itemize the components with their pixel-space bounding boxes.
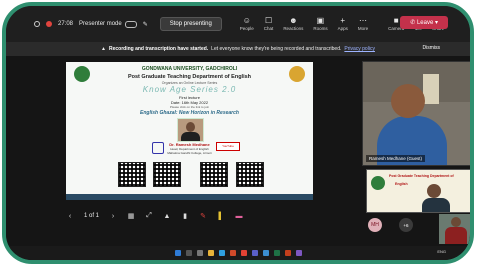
chat-button[interactable]: ☐ Chat <box>263 16 274 32</box>
highlighter-icon[interactable]: ▌ <box>217 212 225 220</box>
meeting-stage: GONDWANA UNIVERSITY, GADCHIROLI Post Gra… <box>6 56 470 260</box>
slide-footer-bar <box>66 194 313 200</box>
slide-time: Please click on the link to join <box>169 105 210 109</box>
meeting-toolbar: 27:08 Presenter mode ✎ Stop presenting ☺… <box>6 6 470 42</box>
grid-view-icon[interactable]: ▦ <box>127 212 135 220</box>
apps-label: Apps <box>337 26 348 31</box>
app-icon[interactable] <box>295 250 302 256</box>
banner-title: Recording and transcription have started… <box>108 46 209 52</box>
status-circle-icon <box>34 21 40 27</box>
rooms-button[interactable]: ▣ Rooms <box>313 16 328 32</box>
red-pen-icon[interactable]: ✎ <box>199 212 207 220</box>
avatar[interactable]: MH <box>368 218 382 232</box>
next-slide-icon[interactable]: › <box>109 212 117 220</box>
recording-banner: ▲ Recording and transcription have start… <box>6 42 470 56</box>
camera-icon: ■ <box>393 16 399 25</box>
self-view-video[interactable] <box>439 214 470 244</box>
meeting-timer: 27:08 <box>58 21 74 27</box>
shared-title-line2: English <box>395 182 408 186</box>
rooms-icon: ▣ <box>316 16 325 25</box>
people-label: People <box>239 26 254 31</box>
edge-icon[interactable] <box>218 250 225 256</box>
shared-slide: GONDWANA UNIVERSITY, GADCHIROLI Post Gra… <box>66 62 313 200</box>
tray-language[interactable]: ENG <box>437 249 446 254</box>
apps-button[interactable]: + Apps <box>337 16 348 32</box>
more-label: More <box>357 26 369 31</box>
privacy-policy-link[interactable]: Privacy policy <box>344 46 375 52</box>
info-icon: ▲ <box>101 46 106 52</box>
stop-presenting-button[interactable]: Stop presenting <box>159 17 222 31</box>
qr-code <box>153 162 181 187</box>
chat-icon: ☐ <box>264 16 273 25</box>
phone-icon: ✆ <box>410 20 417 26</box>
pen-tool-icon[interactable]: ▮ <box>181 212 189 220</box>
presenter-mode-label: Presenter mode <box>79 21 122 27</box>
participant-name-tag: Ramesh Medhane (Guest) <box>366 155 426 162</box>
chrome-icon[interactable] <box>240 250 247 256</box>
dismiss-button[interactable]: Dismiss <box>423 45 441 51</box>
rooms-label: Rooms <box>313 26 328 31</box>
file-explorer-icon[interactable] <box>207 250 214 256</box>
pointer-icon[interactable]: ▲ <box>163 212 171 220</box>
leave-label: Leave <box>416 20 434 26</box>
reactions-label: Reactions <box>283 26 304 31</box>
powerpoint-icon[interactable] <box>284 250 291 256</box>
slide-page-counter: 1 of 1 <box>84 213 100 219</box>
banner-text: Let everyone know they're being recorded… <box>211 46 342 52</box>
search-icon[interactable] <box>185 250 192 256</box>
pen-icon[interactable]: ✎ <box>143 21 148 28</box>
apps-icon: + <box>340 16 346 25</box>
presenter-mode-toggle[interactable] <box>124 20 137 28</box>
people-icon: ☺ <box>242 16 251 25</box>
slide-series-title: Know Age Series 2.0 <box>142 85 237 94</box>
reactions-button[interactable]: ☻ Reactions <box>283 16 304 32</box>
university-logo <box>371 176 385 190</box>
teams-window-frame: 27:08 Presenter mode ✎ Stop presenting ☺… <box>2 2 474 264</box>
participant-video-shared[interactable]: Post Graduate Teaching Department of Eng… <box>366 169 470 213</box>
leave-button[interactable]: ✆ Leave ▾ <box>400 16 448 29</box>
speaker-college: Mahatma Gandhi College, Armori <box>167 151 212 155</box>
recording-dot-icon <box>46 21 52 27</box>
task-view-icon[interactable] <box>196 250 203 256</box>
reactions-icon: ☻ <box>289 16 298 25</box>
people-button[interactable]: ☺ People <box>239 16 254 32</box>
slide-department: Post Graduate Teaching Department of Eng… <box>127 74 252 80</box>
start-icon[interactable] <box>174 250 181 256</box>
office-icon[interactable] <box>229 250 236 256</box>
fit-icon[interactable]: ⤢ <box>145 212 153 220</box>
teams-icon[interactable] <box>251 250 258 256</box>
qr-code <box>200 162 228 187</box>
slide-university: GONDWANA UNIVERSITY, GADCHIROLI <box>141 66 238 72</box>
windows-taskbar: ENG <box>6 246 470 260</box>
previous-slide-icon[interactable]: ‹ <box>66 212 74 220</box>
more-button[interactable]: ⋯ More <box>357 16 369 32</box>
more-icon: ⋯ <box>358 16 367 25</box>
more-participants-badge[interactable]: +6 <box>399 218 413 232</box>
qr-code <box>118 162 146 187</box>
slide-topic: English Ghazal: New Horizon in Research <box>140 110 239 116</box>
eraser-icon[interactable]: ▬ <box>235 212 243 220</box>
presenter-mode-button[interactable]: Presenter mode <box>79 20 137 28</box>
chat-label: Chat <box>263 26 274 31</box>
speaker-photo <box>177 118 204 142</box>
excel-icon[interactable] <box>273 250 280 256</box>
slide-controls: ‹ 1 of 1 › ▦ ⤢ ▲ ▮ ✎ ▌ ▬ <box>66 209 316 223</box>
participant-video-main[interactable]: Ramesh Medhane (Guest) <box>362 61 470 166</box>
word-icon[interactable] <box>262 250 269 256</box>
shared-title-line1: Post Graduate Teaching Department of <box>389 174 454 178</box>
qr-code <box>236 162 264 187</box>
